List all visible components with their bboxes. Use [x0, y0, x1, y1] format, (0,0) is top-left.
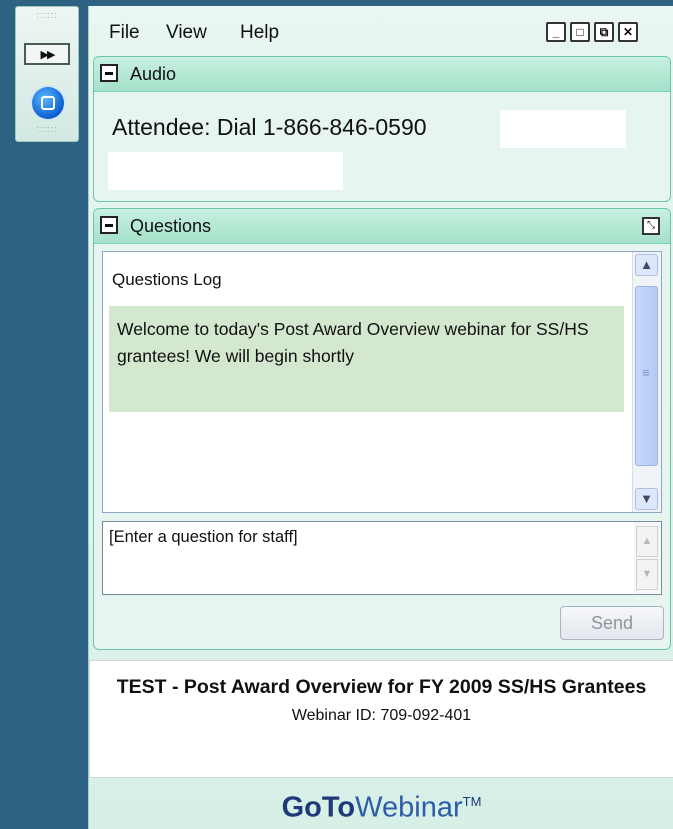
- maximize-button[interactable]: □: [570, 22, 590, 42]
- questions-log-scrollbar[interactable]: ▲ ▼: [632, 252, 661, 512]
- close-icon: ✕: [622, 25, 634, 39]
- collapse-questions-icon[interactable]: [100, 216, 118, 234]
- question-input-text: [Enter a question for staff]: [109, 528, 298, 546]
- question-input[interactable]: [Enter a question for staff] ▲ ▼: [102, 521, 662, 595]
- redacted-box: [500, 110, 626, 148]
- questions-section: Questions ⤡ Questions Log Welcome to tod…: [93, 208, 671, 650]
- questions-log-title: Questions Log: [112, 270, 222, 289]
- dial-in-text: Attendee: Dial 1-866-846-0590: [112, 114, 427, 140]
- questions-section-header[interactable]: Questions ⤡: [94, 209, 670, 244]
- expand-panel-button[interactable]: ▶▶: [24, 43, 70, 65]
- minimize-icon: _: [552, 25, 560, 39]
- welcome-message: Welcome to today's Post Award Overview w…: [109, 306, 624, 412]
- questions-log: Questions Log Welcome to today's Post Aw…: [102, 251, 662, 513]
- scroll-down-icon[interactable]: ▼: [636, 559, 658, 590]
- show-screen-button[interactable]: [32, 87, 64, 119]
- undock-icon[interactable]: ⤡: [642, 217, 660, 235]
- menu-bar: File View Help _ □ ⧉ ✕: [89, 6, 673, 52]
- questions-section-title: Questions: [130, 216, 212, 236]
- menu-view[interactable]: View: [166, 22, 207, 44]
- close-button[interactable]: ✕: [618, 22, 638, 42]
- scroll-up-icon[interactable]: ▲: [636, 526, 658, 557]
- send-button[interactable]: Send: [560, 606, 664, 640]
- question-input-scrollbar[interactable]: ▲ ▼: [634, 522, 661, 594]
- minimize-button[interactable]: _: [546, 22, 566, 42]
- webinar-title: TEST - Post Award Overview for FY 2009 S…: [116, 676, 647, 698]
- audio-body: Attendee: Dial 1-866-846-0590: [94, 92, 670, 201]
- drag-grip-bottom-icon[interactable]: ::::::: [16, 125, 78, 137]
- menu-help[interactable]: Help: [240, 22, 279, 44]
- popout-window-button[interactable]: ⧉: [594, 22, 614, 42]
- control-strip: :::::: ▶▶ ::::::: [15, 6, 79, 142]
- popout-icon: ⧉: [599, 25, 609, 39]
- redacted-box: [108, 152, 343, 190]
- scroll-thumb[interactable]: [635, 286, 658, 466]
- audio-section-header[interactable]: Audio: [94, 57, 670, 92]
- collapse-audio-icon[interactable]: [100, 64, 118, 82]
- control-panel: File View Help _ □ ⧉ ✕ Audio Attendee: D…: [88, 6, 673, 829]
- scroll-up-icon[interactable]: ▲: [635, 254, 658, 276]
- drag-grip-top-icon[interactable]: ::::::: [16, 11, 78, 23]
- webinar-info: TEST - Post Award Overview for FY 2009 S…: [89, 660, 673, 778]
- gotowebinar-logo: GoToWebinarTM: [281, 791, 482, 824]
- audio-section: Audio Attendee: Dial 1-866-846-0590: [93, 56, 671, 202]
- audio-section-title: Audio: [130, 64, 177, 84]
- double-arrow-right-icon: ▶▶: [40, 48, 56, 61]
- menu-file[interactable]: File: [109, 22, 140, 44]
- webinar-id: Webinar ID: 709-092-401: [291, 707, 472, 724]
- scroll-down-icon[interactable]: ▼: [635, 488, 658, 510]
- maximize-icon: □: [576, 25, 584, 39]
